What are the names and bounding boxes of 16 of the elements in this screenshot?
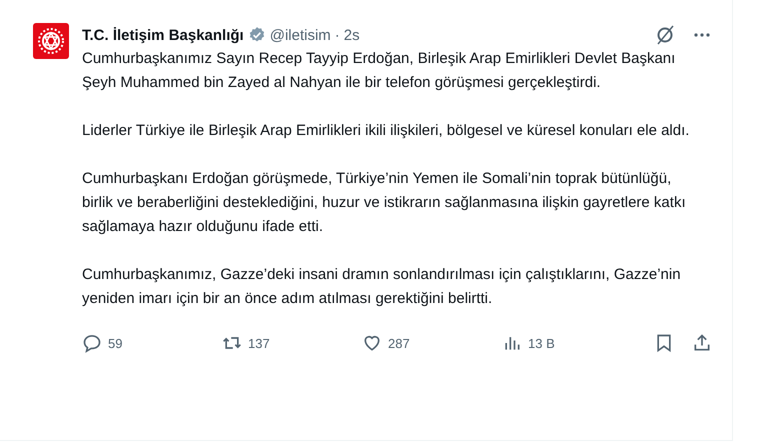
user-handle[interactable]: @iletisim [270, 26, 331, 44]
speech-bubble-icon[interactable] [82, 333, 102, 353]
action-count: 137 [248, 336, 270, 350]
action-count: 59 [108, 336, 122, 350]
post-paragraph: Cumhurbaşkanı Erdoğan görüşmede, Türkiye’nin Yemen ile Somali’nin toprak bütünlüğü, birlik ve beraberliğini desteklediğini, huzur ve istikrarın sağlanmasına ilişkin gayretlere katkı sağlamaya hazır olduğunu ifade etti. [82, 169, 687, 237]
share-icon[interactable] [692, 333, 712, 353]
avatar-logo-icon [33, 23, 69, 59]
action-count: 13 B [528, 336, 555, 350]
post-paragraph: Cumhurbaşkanımız Sayın Recep Tayyip Erdoğan, Birleşik Arap Emirlikleri Devlet Başkanı Şeyh Muhammed bin Zayed al Nahyan ile bir telefon görüşmesi gerçekleştirdi. [82, 49, 676, 93]
action-count: 287 [388, 336, 410, 350]
post-time[interactable]: 2s [344, 26, 360, 44]
post-paragraph: Cumhurbaşkanımız, Gazze’deki insani dramın sonlandırılması için çalıştıklarını, Gazze’nin yeniden imarı için bir an önce adım atılması gerektiğini belirtti. [82, 265, 682, 309]
author-name[interactable]: T.C. İletişim Başkanlığı [82, 26, 244, 44]
separator-dot: · [334, 26, 340, 44]
post-paragraph: Liderler Türkiye ile Birleşik Arap Emirlikleri ikili ilişkileri, bölgesel ve küresel konuları ele aldı. [82, 121, 690, 141]
heart-icon[interactable] [362, 333, 382, 353]
